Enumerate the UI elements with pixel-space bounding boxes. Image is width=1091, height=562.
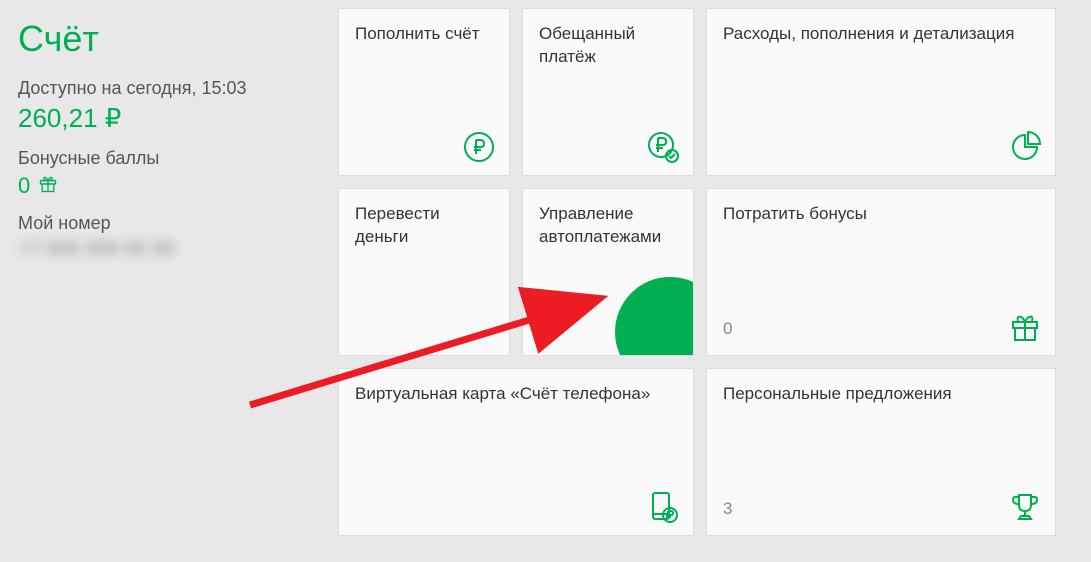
card-personal-offers[interactable]: Персональные предложения 3 [706, 368, 1056, 536]
card-title: Пополнить счёт [355, 23, 493, 46]
card-spend-bonus[interactable]: Потратить бонусы 0 [706, 188, 1056, 356]
card-transfer[interactable]: Перевести деньги [338, 188, 510, 356]
green-circle-decoration [615, 277, 694, 356]
cards-grid: Пополнить счёт Обещанный платёж Расх [338, 8, 1083, 536]
card-promised-payment[interactable]: Обещанный платёж [522, 8, 694, 176]
bonus-count: 0 [723, 319, 732, 339]
bonus-value: 0 [18, 173, 30, 199]
ruble-circle-icon [463, 131, 495, 163]
phone-ruble-icon [647, 491, 679, 523]
trophy-icon [1009, 491, 1041, 523]
gift-icon [38, 174, 58, 199]
bonus-label: Бонусные баллы [18, 148, 308, 169]
offers-count: 3 [723, 499, 732, 519]
card-title: Расходы, пополнения и детализация [723, 23, 1039, 46]
balance-amount: 260,21 ₽ [18, 103, 308, 134]
card-title: Потратить бонусы [723, 203, 1039, 226]
available-label: Доступно на сегодня, 15:03 [18, 78, 308, 99]
card-title: Управление автоплатежами [539, 203, 677, 249]
card-virtual-card[interactable]: Виртуальная карта «Счёт телефона» [338, 368, 694, 536]
card-autopay[interactable]: Управление автоплатежами [522, 188, 694, 356]
card-title: Обещанный платёж [539, 23, 677, 69]
card-title: Перевести деньги [355, 203, 493, 249]
pie-chart-icon [1009, 131, 1041, 163]
gift-icon [1009, 311, 1041, 343]
account-title: Счёт [18, 18, 308, 60]
card-expenses[interactable]: Расходы, пополнения и детализация [706, 8, 1056, 176]
sidebar: Счёт Доступно на сегодня, 15:03 260,21 ₽… [8, 8, 318, 536]
ruble-check-icon [647, 131, 679, 163]
card-topup[interactable]: Пополнить счёт [338, 8, 510, 176]
my-number-label: Мой номер [18, 213, 308, 234]
card-title: Виртуальная карта «Счёт телефона» [355, 383, 677, 406]
phone-number: +7 000 000 00 00 [18, 238, 308, 261]
card-title: Персональные предложения [723, 383, 1039, 406]
